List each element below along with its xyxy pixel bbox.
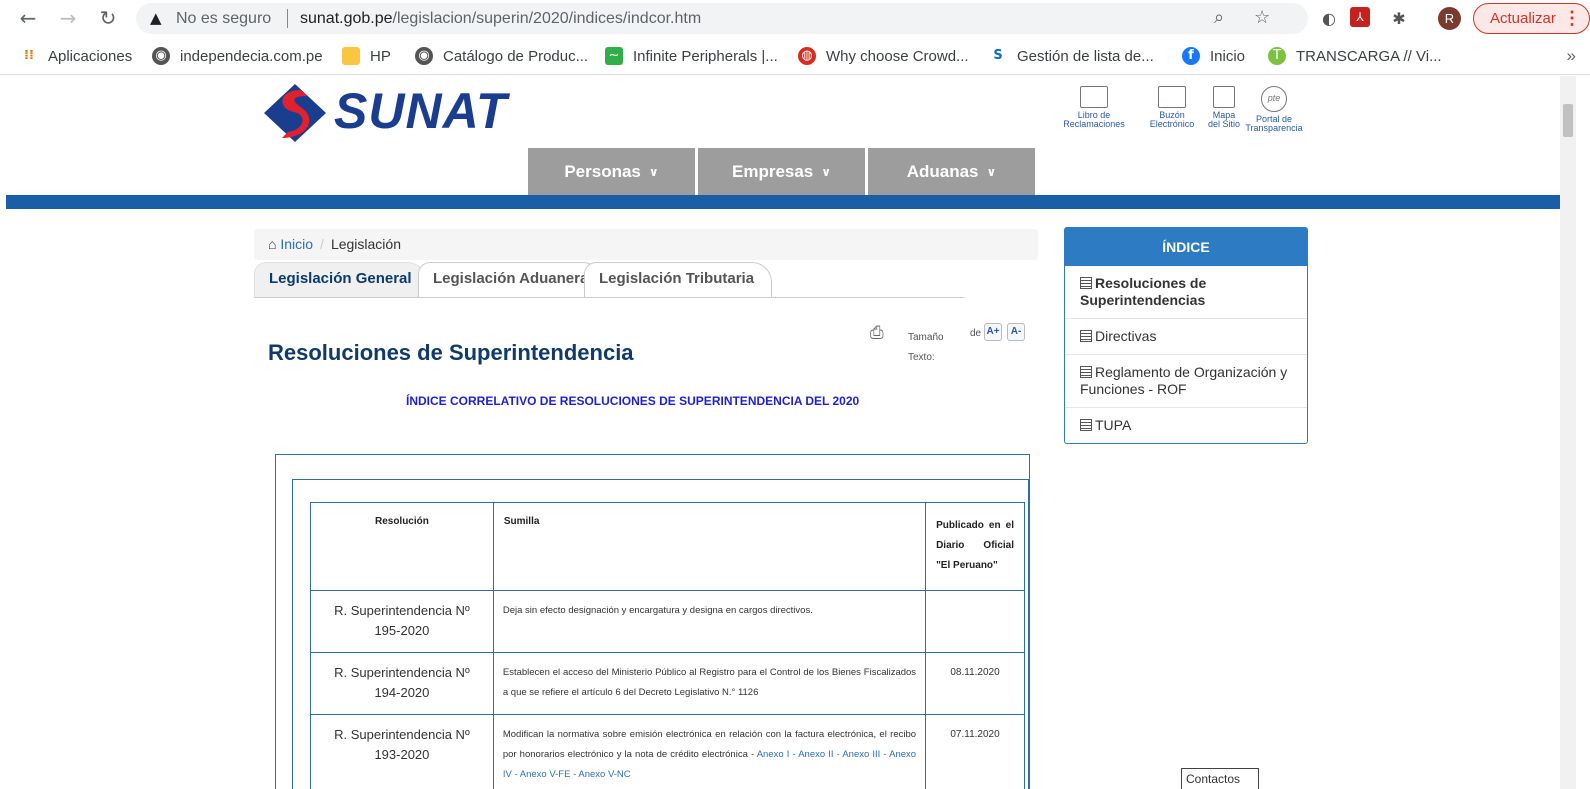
globe-icon: ◉ [152, 47, 170, 65]
reload-icon[interactable]: ↻ [96, 6, 120, 30]
chevron-down-icon: ∨ [821, 165, 832, 179]
breadcrumb-home[interactable]: ⌂ Inicio [268, 236, 313, 252]
list-icon [1080, 277, 1092, 289]
contact-button[interactable]: Contactos [1181, 768, 1259, 789]
header-publicado: Publicado en el Diario Oficial "El Perua… [925, 502, 1025, 591]
sidebar-item-rof[interactable]: Reglamento de Organización y Funciones -… [1065, 355, 1307, 408]
resolutions-table: Resolución Sumilla Publicado en el Diari… [310, 502, 1025, 789]
divider [287, 9, 288, 28]
resolution-link[interactable]: R. Superintendencia Nº 195-2020 [310, 590, 494, 653]
bookmark-facebook[interactable]: f Inicio [1182, 47, 1245, 65]
scrollbar-thumb[interactable] [1563, 104, 1573, 137]
libro-reclamaciones-link[interactable]: Libro de Reclamaciones [1054, 86, 1134, 129]
font-increase-button[interactable]: A+ [984, 323, 1002, 341]
sitemap-icon [1213, 86, 1235, 108]
font-decrease-button[interactable]: A- [1007, 323, 1025, 341]
legislation-tabs: Legislación General Legislación Aduanera… [254, 262, 964, 298]
extensions-puzzle-icon[interactable]: ✱ [1388, 7, 1410, 29]
zoom-icon[interactable]: ⌕ [1214, 7, 1224, 28]
index-sidebar: ÍNDICE Resoluciones de Superintendencias… [1064, 227, 1308, 444]
book-icon [1080, 86, 1108, 108]
sumilla-cell: Establecen el acceso del Ministerio Públ… [492, 652, 927, 715]
table-row: R. Superintendencia Nº 193-2020 Modifican… [310, 714, 1025, 789]
main-navigation: Personas ∨ Empresas ∨ Aduanas ∨ [528, 148, 1038, 195]
facebook-icon: f [1182, 47, 1200, 65]
tab-legislacion-aduanera[interactable]: Legislación Aduanera [418, 262, 604, 297]
browser-toolbar: ← → ↻ ▲ No es seguro sunat.gob.pe/legisl… [0, 0, 1590, 37]
sunat-logo-mark-icon [264, 84, 326, 142]
acrobat-icon[interactable]: ⅄ [1350, 7, 1370, 27]
list-icon [1080, 419, 1092, 431]
nav-empresas[interactable]: Empresas ∨ [698, 148, 865, 195]
star-icon[interactable]: ☆ [1254, 7, 1270, 28]
breadcrumb-current: Legislación [330, 236, 401, 252]
bookmark-independecia[interactable]: ◉ independecia.com.pe [152, 47, 323, 65]
crowd-icon: ◍ [798, 47, 816, 65]
table-row: R. Superintendencia Nº 194-2020 Establece… [310, 652, 1025, 715]
transcarga-icon: T [1268, 47, 1286, 65]
bookmarks-bar: ⁞⁞ Aplicaciones ◉ independecia.com.pe HP ◉… [0, 37, 1590, 75]
web-page: SUNAT Libro de Reclamaciones Buzón Electró… [6, 76, 1580, 789]
sidebar-title: ÍNDICE [1065, 228, 1307, 266]
header-resolucion: Resolución [310, 502, 494, 591]
address-bar[interactable]: ▲ No es seguro sunat.gob.pe/legislacion/… [136, 3, 1308, 34]
chevron-down-icon: ∨ [648, 165, 659, 179]
url-text[interactable]: sunat.gob.pe/legislacion/superin/2020/in… [300, 10, 701, 28]
sidebar-item-tupa[interactable]: TUPA [1065, 408, 1307, 443]
bookmark-infinite[interactable]: ~ Infinite Peripherals |... [605, 47, 778, 65]
update-button[interactable]: Actualizar ⋮ [1473, 3, 1590, 34]
scrollbar[interactable] [1560, 76, 1576, 789]
table-header-row: Resolución Sumilla Publicado en el Diari… [310, 502, 1025, 591]
list-icon [1080, 330, 1092, 342]
tab-legislacion-general[interactable]: Legislación General [254, 262, 427, 297]
back-arrow-icon[interactable]: ← [16, 6, 40, 30]
menu-dots-icon[interactable]: ⋮ [1563, 4, 1581, 33]
bookmark-catalogo[interactable]: ◉ Catálogo de Produc... [415, 47, 588, 65]
date-cell: 07.11.2020 [925, 714, 1025, 789]
globe-icon: ◉ [415, 47, 433, 65]
sidebar-item-directivas[interactable]: Directivas [1065, 319, 1307, 355]
header-sumilla: Sumilla [492, 502, 927, 591]
page-title: Resoluciones de Superintendencia [268, 340, 634, 365]
extension-circle-icon[interactable]: ◐ [1318, 7, 1340, 29]
more-bookmarks-icon[interactable]: » [1567, 46, 1576, 66]
chevron-down-icon: ∨ [986, 165, 997, 179]
text-tools: ⎙ Tamaño Texto: de A+ A- [870, 323, 1030, 363]
nav-aduanas[interactable]: Aduanas ∨ [868, 148, 1035, 195]
envelope-icon [1158, 86, 1186, 108]
bookmark-transcarga[interactable]: T TRANSCARGA // Vi... [1268, 47, 1442, 65]
nav-personas[interactable]: Personas ∨ [528, 148, 695, 195]
warning-icon: ▲ [150, 9, 162, 27]
bookmark-gestion[interactable]: S Gestión de lista de... [989, 47, 1153, 65]
sunat-logo[interactable]: SUNAT [260, 80, 530, 146]
bookmark-crowd[interactable]: ◍ Why choose Crowd... [798, 47, 969, 65]
resolution-link[interactable]: R. Superintendencia Nº 193-2020 [310, 714, 494, 789]
bookmark-apps[interactable]: ⁞⁞ Aplicaciones [20, 47, 132, 65]
folder-icon [342, 47, 360, 65]
forward-arrow-icon[interactable]: → [56, 6, 80, 30]
wave-icon: ~ [605, 47, 623, 65]
tab-legislacion-tributaria[interactable]: Legislación Tributaria [584, 262, 772, 297]
pte-icon: pte [1261, 86, 1287, 112]
breadcrumb: ⌂ Inicio / Legislación [254, 229, 1038, 260]
portal-transparencia-link[interactable]: pte Portal de Transparencia [1234, 86, 1314, 133]
index-subheading: ÍNDICE CORRELATIVO DE RESOLUCIONES DE SU… [406, 394, 860, 408]
sharepoint-icon: S [993, 48, 1003, 63]
resolution-link[interactable]: R. Superintendencia Nº 194-2020 [310, 652, 494, 715]
home-icon: ⌂ [268, 236, 277, 252]
bookmark-hp[interactable]: HP [342, 47, 391, 65]
apps-grid-icon: ⁞⁞ [24, 48, 34, 63]
print-icon[interactable]: ⎙ [870, 323, 890, 343]
sumilla-cell: Modifican la normativa sobre emisión ele… [492, 714, 927, 789]
date-cell: 08.11.2020 [925, 652, 1025, 715]
list-icon [1080, 366, 1092, 378]
security-label[interactable]: No es seguro [176, 10, 271, 28]
date-cell [925, 590, 1025, 653]
profile-avatar[interactable]: R [1438, 7, 1461, 30]
header-divider [6, 195, 1560, 209]
sidebar-item-resoluciones[interactable]: Resoluciones de Superintendencias [1065, 266, 1307, 319]
sumilla-cell: Deja sin efecto designación y encargatur… [492, 590, 927, 653]
table-row: R. Superintendencia Nº 195-2020 Deja sin … [310, 590, 1025, 653]
